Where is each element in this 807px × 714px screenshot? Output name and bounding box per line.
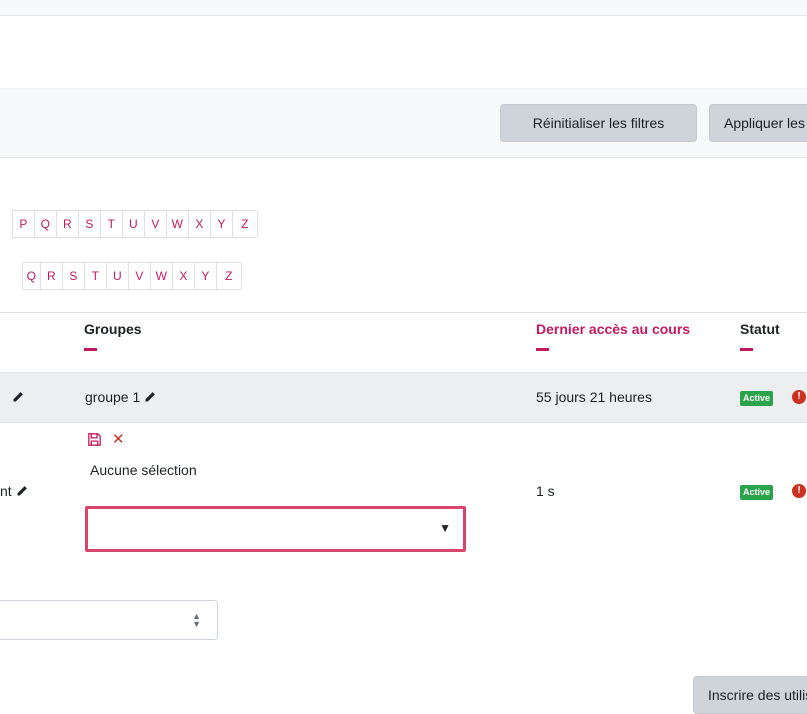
exclamation-circle-icon[interactable]: ! xyxy=(792,484,806,498)
pencil-icon[interactable] xyxy=(144,391,156,403)
initial-s[interactable]: S xyxy=(63,263,85,289)
initial-w[interactable]: W xyxy=(151,263,173,289)
sort-dash-icon xyxy=(536,348,549,351)
sort-dash-icon xyxy=(740,348,753,351)
group-select[interactable]: ▼ xyxy=(85,506,466,552)
initial-x[interactable]: X xyxy=(173,263,195,289)
initial-y[interactable]: Y xyxy=(211,211,233,237)
per-page-select[interactable]: ▲ ▼ xyxy=(0,600,218,640)
reset-filters-button[interactable]: Réinitialiser les filtres xyxy=(500,104,697,142)
floppy-disk-icon[interactable] xyxy=(88,433,101,446)
table-row: groupe 1 55 jours 21 heures Active ! xyxy=(0,372,807,423)
row-last-access: 1 s xyxy=(536,483,555,499)
initial-u[interactable]: U xyxy=(107,263,129,289)
pencil-icon[interactable] xyxy=(12,391,24,403)
sort-dash-icon xyxy=(84,348,97,351)
role-name-suffix: nt xyxy=(0,483,12,499)
caret-down-icon: ▼ xyxy=(439,521,451,535)
status-badge: Active xyxy=(740,485,774,500)
initial-z[interactable]: Z xyxy=(233,211,257,237)
initial-r[interactable]: R xyxy=(57,211,79,237)
updown-arrows-icon: ▲ ▼ xyxy=(192,611,201,629)
apply-filters-button[interactable]: Appliquer les filtres xyxy=(709,104,807,142)
group-selection-label: Aucune sélection xyxy=(90,462,197,478)
initial-q[interactable]: Q xyxy=(35,211,57,237)
initial-w[interactable]: W xyxy=(167,211,189,237)
initial-z[interactable]: Z xyxy=(217,263,241,289)
exclamation-circle-icon[interactable]: ! xyxy=(792,390,806,404)
initial-t[interactable]: T xyxy=(85,263,107,289)
initial-v[interactable]: V xyxy=(145,211,167,237)
initial-s[interactable]: S xyxy=(79,211,101,237)
initial-p[interactable]: P xyxy=(13,211,35,237)
row-last-access: 55 jours 21 heures xyxy=(536,389,652,405)
top-strip xyxy=(0,0,807,16)
times-icon[interactable]: ✕ xyxy=(112,432,125,447)
column-header-groups[interactable]: Groupes xyxy=(84,321,142,337)
row-groups-cell: groupe 1 xyxy=(85,389,156,405)
initial-t[interactable]: T xyxy=(101,211,123,237)
firstname-initials-bar: P Q R S T U V W X Y Z xyxy=(12,210,258,238)
enrol-users-button[interactable]: Inscrire des utilisateurs xyxy=(693,676,807,714)
row-role-cell: nt xyxy=(0,483,28,499)
initial-u[interactable]: U xyxy=(123,211,145,237)
table-header-row: Groupes Dernier accès au cours Statut xyxy=(0,312,807,372)
column-header-status[interactable]: Statut xyxy=(740,321,780,337)
status-badge: Active xyxy=(740,391,774,406)
initial-q[interactable]: Q xyxy=(23,263,41,289)
column-header-last-access[interactable]: Dernier accès au cours xyxy=(536,321,690,337)
initial-y[interactable]: Y xyxy=(195,263,217,289)
group-name: groupe 1 xyxy=(85,389,141,405)
initial-x[interactable]: X xyxy=(189,211,211,237)
pencil-icon[interactable] xyxy=(16,485,28,497)
initial-v[interactable]: V xyxy=(129,263,151,289)
initial-r[interactable]: R xyxy=(41,263,63,289)
lastname-initials-bar: Q R S T U V W X Y Z xyxy=(22,262,242,290)
